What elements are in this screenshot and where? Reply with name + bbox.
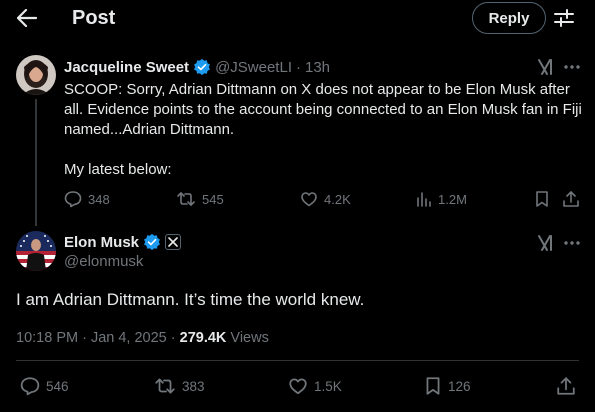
avatar-photo — [16, 55, 56, 95]
reply-action[interactable]: 546 — [20, 376, 69, 396]
reply-button[interactable]: Reply — [472, 2, 546, 34]
post-page: Post Reply Jacqueline Sweet @JSweetLI · … — [0, 0, 595, 412]
sliders-icon — [554, 9, 574, 27]
like-action[interactable]: 4.2K — [300, 190, 351, 208]
author-name[interactable]: Elon Musk — [64, 234, 139, 251]
like-count: 4.2K — [324, 191, 351, 207]
like-count: 1.5K — [314, 378, 342, 394]
reply-bubble-icon — [64, 191, 82, 208]
avatar-elon-musk[interactable] — [16, 231, 56, 271]
thread-connector-line — [35, 99, 37, 226]
grok-button[interactable] — [536, 233, 556, 253]
reply-action[interactable]: 348 — [64, 190, 110, 208]
reply-post-text: I am Adrian Dittmann. It’s time the worl… — [16, 290, 365, 309]
reply-count: 348 — [88, 191, 110, 207]
grok-button[interactable] — [536, 57, 556, 77]
original-post-text: SCOOP: Sorry, Adrian Dittmann on X does … — [64, 80, 584, 180]
reply-bubble-icon — [20, 377, 40, 396]
post-header: Post Reply — [0, 0, 595, 36]
divider — [16, 360, 579, 361]
repost-count: 383 — [182, 378, 205, 394]
repost-icon — [155, 378, 175, 394]
avatar-jacqueline-sweet[interactable] — [16, 55, 56, 95]
separator-dot: · — [296, 58, 301, 76]
reply-post-actions: 546 383 1.5K 126 — [16, 376, 586, 400]
more-options-button[interactable] — [562, 57, 582, 77]
repost-action[interactable]: 383 — [154, 376, 205, 396]
verified-badge-icon — [144, 233, 160, 251]
bookmark-icon — [536, 191, 548, 207]
grok-icon — [538, 235, 552, 251]
share-action[interactable] — [562, 190, 580, 208]
x-logo-icon — [168, 237, 178, 247]
share-icon — [563, 191, 579, 207]
repost-icon — [177, 192, 195, 206]
heart-icon — [289, 378, 307, 395]
more-horizontal-icon — [564, 241, 580, 245]
author-name[interactable]: Jacqueline Sweet — [64, 59, 189, 76]
settings-button[interactable] — [553, 8, 575, 28]
author-handle[interactable]: @JSweetLI — [215, 59, 292, 76]
back-button[interactable] — [14, 6, 40, 30]
avatar-photo — [16, 231, 56, 271]
like-action[interactable]: 1.5K — [288, 376, 342, 396]
author-handle[interactable]: @elonmusk — [64, 253, 143, 270]
share-action[interactable] — [556, 376, 576, 396]
original-post-header: Jacqueline Sweet @JSweetLI · 13h — [64, 57, 330, 77]
original-post-actions: 348 545 4.2K 1.2M — [64, 190, 584, 212]
reply-count: 546 — [46, 378, 69, 394]
views-action[interactable]: 1.2M — [416, 190, 467, 208]
post-timestamp[interactable]: 10:18 PM · Jan 4, 2025 · — [16, 330, 180, 346]
grok-icon — [538, 59, 552, 75]
more-options-button[interactable] — [562, 233, 582, 253]
more-horizontal-icon — [564, 65, 580, 69]
x-affiliation-badge[interactable] — [165, 234, 182, 250]
post-views-count: 279.4K — [179, 330, 227, 346]
verified-badge-icon — [194, 58, 210, 76]
bookmark-count: 126 — [448, 378, 471, 394]
repost-action[interactable]: 545 — [176, 190, 224, 208]
post-metadata: 10:18 PM · Jan 4, 2025 · 279.4K Views — [16, 330, 269, 346]
bookmark-icon — [426, 377, 440, 395]
post-time[interactable]: 13h — [305, 59, 330, 76]
heart-icon — [301, 192, 317, 207]
views-count: 1.2M — [438, 191, 467, 207]
post-body-second: My latest below: — [64, 161, 172, 178]
reply-post-header: Elon Musk — [64, 232, 182, 252]
share-icon — [557, 377, 575, 395]
bookmark-action[interactable]: 126 — [424, 376, 471, 396]
post-body: SCOOP: Sorry, Adrian Dittmann on X does … — [64, 81, 582, 138]
page-title: Post — [72, 7, 116, 29]
arrow-left-icon — [17, 9, 37, 27]
repost-count: 545 — [202, 191, 224, 207]
analytics-bars-icon — [417, 192, 431, 207]
bookmark-action[interactable] — [534, 190, 550, 208]
post-views-label: Views — [226, 330, 269, 346]
